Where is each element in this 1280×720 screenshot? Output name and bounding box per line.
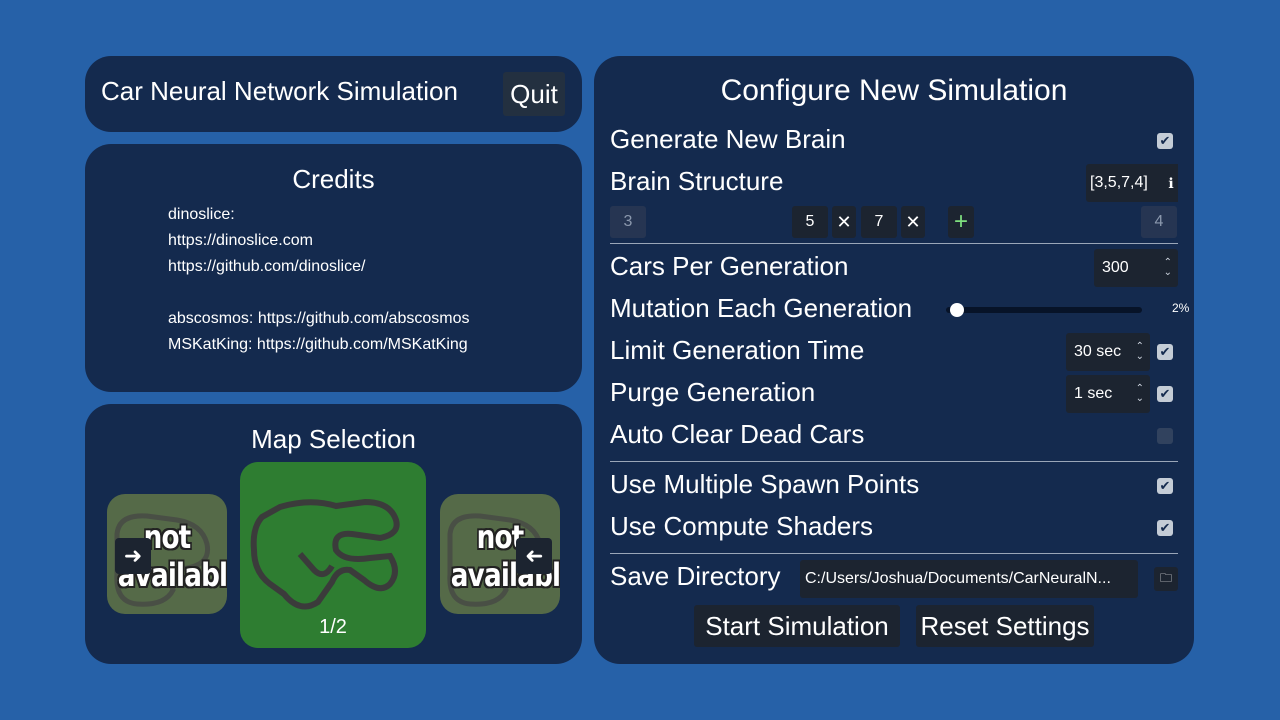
credits-list: dinoslice: https://dinoslice.com https:/…: [168, 202, 469, 358]
purge-generation-input[interactable]: 1 sec ⌃ ⌄: [1066, 375, 1150, 413]
map-thumbnail-current[interactable]: 1/2: [240, 462, 426, 648]
cars-per-generation-value: 300: [1102, 259, 1129, 276]
credits-line: MSKatKing: https://github.com/MSKatKing: [168, 336, 468, 353]
brain-structure-value: [3,5,7,4]: [1090, 174, 1148, 191]
input-layer-box: 3: [610, 206, 646, 238]
map-page-indicator: 1/2: [319, 616, 347, 638]
save-directory-input[interactable]: C:/Users/Joshua/Documents/CarNeuralN...: [800, 560, 1138, 598]
arrow-left-icon[interactable]: ➜: [516, 538, 552, 574]
brain-structure-label: Brain Structure: [610, 166, 784, 196]
spinner-icon[interactable]: ⌃ ⌄: [1136, 384, 1144, 404]
divider: [610, 243, 1178, 244]
divider: [610, 461, 1178, 462]
spinner-icon[interactable]: ⌃ ⌄: [1164, 258, 1172, 278]
use-multiple-spawn-points-label: Use Multiple Spawn Points: [610, 469, 920, 499]
use-compute-shaders-checkbox[interactable]: ✔: [1157, 520, 1173, 536]
cars-per-generation-label: Cars Per Generation: [610, 251, 849, 281]
credits-line: dinoslice:: [168, 206, 235, 223]
brain-structure-field[interactable]: [3,5,7,4] ℹ: [1086, 164, 1178, 202]
credits-panel: Credits dinoslice: https://dinoslice.com…: [85, 144, 582, 392]
output-layer-box: 4: [1141, 206, 1177, 238]
credits-line: abscosmos: https://github.com/abscosmos: [168, 310, 470, 327]
add-layer-icon[interactable]: +: [948, 206, 974, 238]
map-selection-panel: Map Selection not available 1/2 not avai…: [85, 404, 582, 664]
app-title: Car Neural Network Simulation: [101, 76, 458, 106]
quit-button[interactable]: Quit: [503, 72, 565, 116]
start-simulation-button[interactable]: Start Simulation: [694, 605, 900, 647]
configure-heading: Configure New Simulation: [720, 74, 1068, 107]
reset-settings-button[interactable]: Reset Settings: [916, 605, 1094, 647]
limit-generation-time-checkbox[interactable]: ✔: [1157, 344, 1173, 360]
spinner-icon[interactable]: ⌃ ⌄: [1136, 342, 1144, 362]
cars-per-generation-input[interactable]: 300 ⌃ ⌄: [1094, 249, 1178, 287]
purge-generation-label: Purge Generation: [610, 377, 816, 407]
save-directory-value: C:/Users/Joshua/Documents/CarNeuralN...: [805, 570, 1111, 587]
purge-generation-value: 1 sec: [1074, 385, 1113, 402]
credits-line: https://github.com/dinoslice/: [168, 258, 366, 275]
remove-layer-icon[interactable]: ✕: [832, 206, 856, 238]
credits-line: https://dinoslice.com: [168, 232, 313, 249]
map-selection-heading: Map Selection: [251, 424, 416, 454]
generate-new-brain-checkbox[interactable]: ✔: [1157, 133, 1173, 149]
limit-generation-time-value: 30 sec: [1074, 343, 1122, 360]
generate-new-brain-label: Generate New Brain: [610, 124, 846, 154]
mutation-slider[interactable]: [946, 307, 1142, 313]
mutation-slider-handle[interactable]: [949, 303, 964, 317]
divider: [610, 553, 1178, 554]
folder-icon[interactable]: 🗀: [1154, 567, 1178, 591]
configure-panel: Configure New Simulation Generate New Br…: [594, 56, 1194, 664]
credits-line: [168, 280, 469, 306]
arrow-right-icon[interactable]: ➜: [115, 538, 151, 574]
credits-heading: Credits: [292, 164, 375, 194]
limit-generation-time-label: Limit Generation Time: [610, 335, 865, 365]
title-panel: Car Neural Network Simulation Quit: [85, 56, 582, 132]
limit-generation-time-input[interactable]: 30 sec ⌃ ⌄: [1066, 333, 1150, 371]
info-icon[interactable]: ℹ: [1164, 164, 1178, 202]
auto-clear-dead-cars-checkbox[interactable]: [1157, 428, 1173, 444]
hidden-layer-box[interactable]: 7: [861, 206, 897, 238]
remove-layer-icon[interactable]: ✕: [901, 206, 925, 238]
use-multiple-spawn-points-checkbox[interactable]: ✔: [1157, 478, 1173, 494]
hidden-layer-box[interactable]: 5: [792, 206, 828, 238]
save-directory-label: Save Directory: [610, 561, 781, 591]
use-compute-shaders-label: Use Compute Shaders: [610, 511, 874, 541]
purge-generation-checkbox[interactable]: ✔: [1157, 386, 1173, 402]
mutation-value: 2%: [1172, 301, 1190, 315]
auto-clear-dead-cars-label: Auto Clear Dead Cars: [610, 419, 865, 449]
mutation-label: Mutation Each Generation: [610, 293, 913, 323]
